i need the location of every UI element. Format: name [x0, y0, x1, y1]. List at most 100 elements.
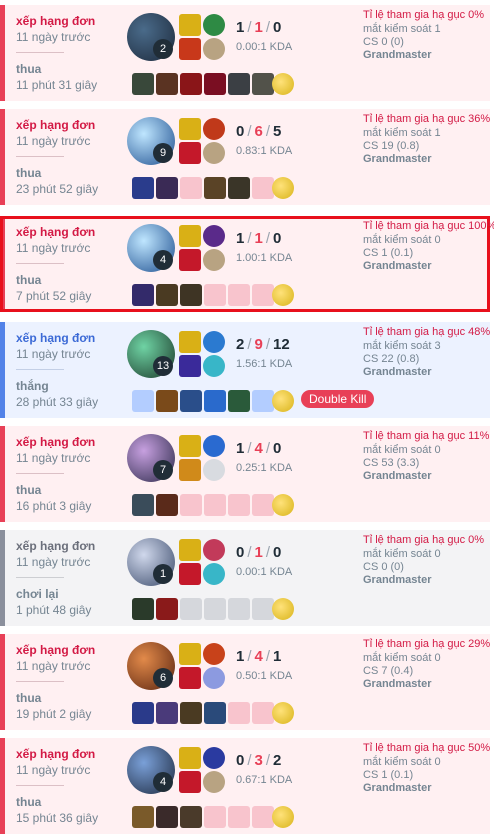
flash-spell-icon[interactable]	[179, 539, 201, 561]
flash-spell-icon[interactable]	[179, 435, 201, 457]
ward-trinket-icon[interactable]	[272, 494, 294, 516]
item-icon[interactable]	[228, 390, 250, 412]
keystone-rune-icon[interactable]	[203, 643, 225, 665]
item-icon[interactable]	[156, 284, 178, 306]
item-icon[interactable]	[204, 73, 226, 95]
flash-spell-icon[interactable]	[179, 331, 201, 353]
item-icon[interactable]	[180, 73, 202, 95]
assists: 0	[273, 230, 282, 247]
item-icon[interactable]	[156, 390, 178, 412]
ignite-spell-icon[interactable]	[179, 563, 201, 585]
control-wards: mắt kiểm soát 0	[363, 548, 441, 560]
match-card[interactable]: xếp hạng đơn 11 ngày trước thua 7 phút 52 g…	[0, 216, 494, 312]
item-icon[interactable]	[132, 177, 154, 199]
ignite-spell-icon[interactable]	[179, 249, 201, 271]
match-card[interactable]: xếp hạng đơn 11 ngày trước chơi lại 1 phút …	[0, 530, 490, 626]
ward-trinket-icon[interactable]	[272, 702, 294, 724]
item-icon[interactable]	[132, 284, 154, 306]
item-icon[interactable]	[204, 390, 226, 412]
ward-trinket-icon[interactable]	[272, 73, 294, 95]
average-tier: Grandmaster	[363, 49, 432, 61]
control-wards: mắt kiểm soát 0	[363, 652, 441, 664]
match-card[interactable]: xếp hạng đơn 11 ngày trước thua 16 phút 3 g…	[0, 426, 490, 522]
creep-score: CS 19 (0.8)	[363, 140, 420, 152]
creep-score: CS 0 (0)	[363, 561, 404, 573]
secondary-rune-icon[interactable]	[203, 249, 225, 271]
match-card[interactable]: xếp hạng đơn 11 ngày trước thắng 28 phút 33…	[0, 322, 490, 418]
item-icon[interactable]	[180, 702, 202, 724]
keystone-rune-icon[interactable]	[203, 118, 225, 140]
keystone-rune-icon[interactable]	[203, 225, 225, 247]
item-icon[interactable]	[156, 177, 178, 199]
flash-spell-icon[interactable]	[179, 643, 201, 665]
cleanse-spell-icon[interactable]	[179, 459, 201, 481]
ignite-spell-icon[interactable]	[179, 771, 201, 793]
ward-trinket-icon[interactable]	[272, 284, 294, 306]
empty-item-slot	[180, 494, 202, 516]
item-icon[interactable]	[132, 702, 154, 724]
queue-type: xếp hạng đơn	[16, 14, 96, 28]
item-icon[interactable]	[156, 806, 178, 828]
keystone-rune-icon[interactable]	[203, 331, 225, 353]
match-card[interactable]: xếp hạng đơn 11 ngày trước thua 15 phút 36 …	[0, 738, 490, 834]
secondary-rune-icon[interactable]	[203, 667, 225, 689]
empty-item-slot	[252, 598, 274, 620]
ward-trinket-icon[interactable]	[272, 390, 294, 412]
item-icon[interactable]	[156, 702, 178, 724]
item-icon[interactable]	[156, 73, 178, 95]
average-tier: Grandmaster	[363, 153, 432, 165]
item-icon[interactable]	[228, 73, 250, 95]
item-icon[interactable]	[228, 177, 250, 199]
teleport-spell-icon[interactable]	[179, 355, 201, 377]
ignite-spell-icon[interactable]	[179, 667, 201, 689]
item-icon[interactable]	[132, 494, 154, 516]
ward-trinket-icon[interactable]	[272, 177, 294, 199]
flash-spell-icon[interactable]	[179, 118, 201, 140]
match-card[interactable]: xếp hạng đơn 11 ngày trước thua 19 phút 2 g…	[0, 634, 490, 730]
item-icon[interactable]	[156, 494, 178, 516]
ward-trinket-icon[interactable]	[272, 598, 294, 620]
item-icon[interactable]	[204, 702, 226, 724]
kill-participation: Tỉ lệ tham gia hạ gục 0%	[363, 9, 485, 21]
secondary-rune-icon[interactable]	[203, 459, 225, 481]
item-icon[interactable]	[180, 806, 202, 828]
assists: 0	[273, 544, 282, 561]
secondary-rune-icon[interactable]	[203, 355, 225, 377]
item-icon[interactable]	[180, 390, 202, 412]
secondary-rune-icon[interactable]	[203, 771, 225, 793]
item-icon[interactable]	[132, 598, 154, 620]
secondary-rune-icon[interactable]	[203, 38, 225, 60]
ward-trinket-icon[interactable]	[272, 806, 294, 828]
assists: 12	[273, 336, 290, 353]
item-icon[interactable]	[156, 598, 178, 620]
item-icon[interactable]	[132, 73, 154, 95]
game-duration: 1 phút 48 giây	[16, 603, 92, 617]
multikill-badge: Double Kill	[301, 390, 375, 408]
kda-score: 0/3/2	[236, 752, 281, 769]
divider	[16, 785, 64, 786]
keystone-rune-icon[interactable]	[203, 539, 225, 561]
keystone-rune-icon[interactable]	[203, 435, 225, 457]
divider	[16, 263, 64, 264]
average-tier: Grandmaster	[363, 470, 432, 482]
match-card[interactable]: xếp hạng đơn 11 ngày trước thua 11 phút 31 …	[0, 5, 490, 101]
smite-spell-icon[interactable]	[179, 38, 201, 60]
item-icon[interactable]	[132, 806, 154, 828]
match-card[interactable]: xếp hạng đơn 11 ngày trước thua 23 phút 52 …	[0, 109, 490, 205]
item-icon[interactable]	[252, 73, 274, 95]
ignite-spell-icon[interactable]	[179, 142, 201, 164]
secondary-rune-icon[interactable]	[203, 563, 225, 585]
kda-ratio: 0.00:1 KDA	[236, 41, 293, 53]
empty-item-slot	[252, 177, 274, 199]
flash-spell-icon[interactable]	[179, 225, 201, 247]
time-ago: 11 ngày trước	[16, 134, 91, 148]
flash-spell-icon[interactable]	[179, 14, 201, 36]
item-icon[interactable]	[180, 284, 202, 306]
keystone-rune-icon[interactable]	[203, 747, 225, 769]
flash-spell-icon[interactable]	[179, 747, 201, 769]
item-icon[interactable]	[204, 177, 226, 199]
queue-type: xếp hạng đơn	[16, 118, 96, 132]
kda-separator: /	[247, 19, 252, 36]
keystone-rune-icon[interactable]	[203, 14, 225, 36]
secondary-rune-icon[interactable]	[203, 142, 225, 164]
